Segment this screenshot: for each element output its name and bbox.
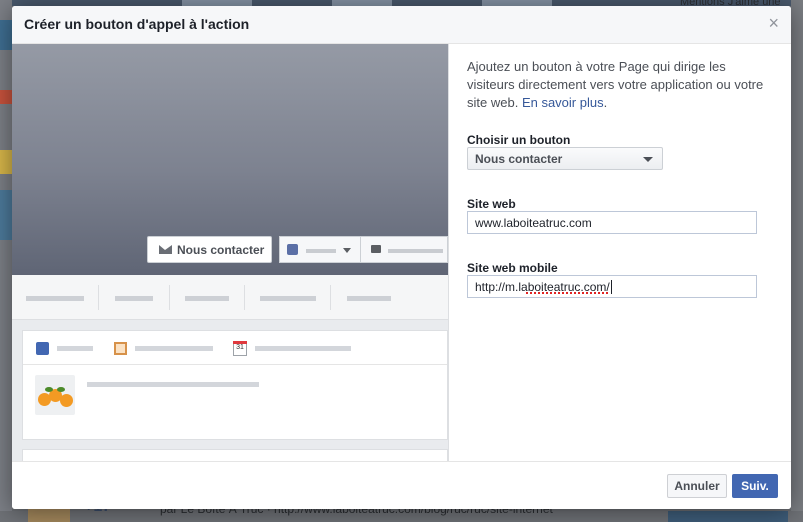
mobile-website-field[interactable] [467, 275, 757, 298]
website-label: Site web [467, 197, 516, 211]
dialog-header: Créer un bouton d'appel à l'action × [12, 6, 791, 44]
placeholder-line [26, 296, 84, 301]
background-left-edge [0, 0, 12, 522]
cta-form: Ajoutez un bouton à votre Page qui dirig… [448, 44, 791, 461]
divider [330, 285, 331, 310]
intro-paragraph: Ajoutez un bouton à votre Page qui dirig… [467, 58, 767, 112]
dialog-footer: Annuler Suiv. [12, 461, 791, 509]
cta-preview-button: Nous contacter [147, 236, 272, 263]
placeholder-line [388, 249, 443, 253]
intro-text: Ajoutez un bouton à votre Page qui dirig… [467, 59, 764, 110]
button-type-select[interactable]: Nous contacter [467, 147, 663, 170]
like-bar-placeholder [279, 236, 448, 263]
learn-more-link[interactable]: En savoir plus [522, 95, 604, 110]
divider [98, 285, 99, 310]
mobile-website-input[interactable] [468, 276, 756, 297]
spellcheck-underline [526, 292, 610, 294]
placeholder-line [255, 346, 351, 351]
chevron-down-icon [643, 157, 653, 162]
close-icon[interactable]: × [768, 13, 779, 34]
choose-button-label: Choisir un bouton [467, 133, 571, 147]
page-preview: Nous contacter 31 [12, 44, 448, 461]
next-button[interactable]: Suiv. [732, 474, 778, 498]
placeholder-line [87, 382, 259, 387]
background-right-edge [791, 0, 803, 522]
post-card-placeholder [22, 449, 448, 461]
page-avatar [35, 375, 75, 415]
website-input[interactable] [467, 211, 757, 234]
background-photo-strip [668, 511, 788, 522]
composer-tabs: 31 [23, 331, 447, 365]
background-thumbnail [28, 508, 70, 522]
composer-placeholder: 31 [22, 330, 448, 440]
placeholder-line [347, 296, 391, 301]
intro-suffix: . [603, 95, 608, 110]
tabs-placeholder [12, 275, 448, 320]
text-cursor [611, 280, 612, 294]
thumbs-up-icon [287, 244, 298, 255]
button-type-value: Nous contacter [475, 152, 563, 166]
dialog-title: Créer un bouton d'appel à l'action [24, 16, 250, 32]
message-icon [371, 245, 381, 253]
divider [360, 237, 361, 262]
calendar-icon: 31 [233, 341, 247, 356]
placeholder-line [115, 296, 153, 301]
placeholder-line [185, 296, 229, 301]
pencil-icon [36, 342, 49, 355]
placeholder-line [306, 249, 336, 253]
placeholder-line [260, 296, 316, 301]
mobile-website-label: Site web mobile [467, 261, 558, 275]
envelope-icon [159, 245, 172, 254]
cancel-button[interactable]: Annuler [667, 474, 727, 498]
placeholder-line [57, 346, 93, 351]
divider [244, 285, 245, 310]
cta-preview-label: Nous contacter [177, 243, 265, 257]
photo-icon [114, 342, 127, 355]
placeholder-line [135, 346, 213, 351]
chevron-down-icon [343, 248, 351, 253]
cta-dialog: Créer un bouton d'appel à l'action × Nou… [12, 6, 791, 509]
divider [169, 285, 170, 310]
